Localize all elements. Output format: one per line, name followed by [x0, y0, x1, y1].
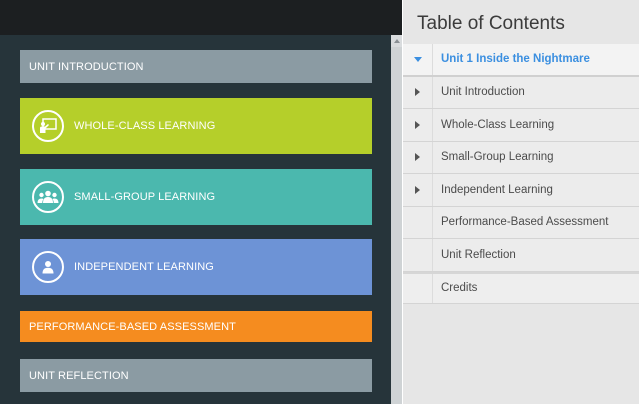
toc-item-unit-introduction[interactable]: Unit Introduction: [403, 76, 639, 109]
toc-item-label: Performance-Based Assessment: [441, 216, 609, 229]
independent-learning-label: INDEPENDENT LEARNING: [74, 261, 214, 273]
toc-item-unit-reflection[interactable]: Unit Reflection: [403, 239, 639, 272]
chevron-down-icon: [413, 56, 422, 62]
toc-list: Unit 1 Inside the Nightmare Unit Introdu…: [403, 44, 639, 304]
arrow-spacer: [403, 239, 433, 271]
toc-item-label: Unit Introduction: [441, 86, 525, 99]
toc-item-label: Small-Group Learning: [441, 151, 554, 164]
chevron-right-icon: [415, 120, 420, 129]
toc-item-label: Credits: [441, 282, 478, 295]
small-group-learning-label: SMALL-GROUP LEARNING: [74, 191, 216, 203]
arrow-spacer: [403, 206, 433, 238]
toc-item-label: Whole-Class Learning: [441, 118, 555, 131]
unit-overview-panel: UNIT INTRODUCTION WHOLE-CLASS LEARNING S…: [0, 0, 402, 404]
whole-class-learning-label: WHOLE-CLASS LEARNING: [74, 120, 216, 132]
toc-item-unit-1[interactable]: Unit 1 Inside the Nightmare: [403, 44, 639, 77]
toc-title: Table of Contents: [417, 13, 565, 34]
toc-item-label: Independent Learning: [441, 183, 553, 196]
chevron-right-icon: [415, 88, 420, 97]
unit-reflection-label: UNIT REFLECTION: [29, 369, 129, 382]
whole-class-learning-button[interactable]: WHOLE-CLASS LEARNING: [20, 98, 372, 154]
chevron-right-icon: [415, 185, 420, 194]
expand-toggle[interactable]: [403, 44, 433, 75]
expand-toggle[interactable]: [403, 141, 433, 173]
toc-header: Table of Contents: [403, 0, 639, 44]
arrow-spacer: [403, 273, 433, 303]
unit-introduction-button[interactable]: UNIT INTRODUCTION: [20, 50, 372, 83]
performance-based-assessment-label: PERFORMANCE-BASED ASSESSMENT: [29, 320, 236, 333]
table-of-contents-panel: Table of Contents Unit 1 Inside the Nigh…: [403, 0, 639, 404]
toc-item-small-group-learning[interactable]: Small-Group Learning: [403, 141, 639, 174]
left-scrollbar[interactable]: [391, 35, 402, 404]
performance-based-assessment-button[interactable]: PERFORMANCE-BASED ASSESSMENT: [20, 311, 372, 342]
group-people-icon: [32, 181, 64, 213]
scroll-up-arrow-icon[interactable]: [391, 35, 402, 47]
toc-item-label: Unit Reflection: [441, 248, 516, 261]
unit-introduction-label: UNIT INTRODUCTION: [29, 60, 144, 73]
toc-item-performance-based-assessment[interactable]: Performance-Based Assessment: [403, 206, 639, 239]
left-top-bar: [0, 0, 402, 35]
unit-reflection-button[interactable]: UNIT REFLECTION: [20, 359, 372, 392]
expand-toggle[interactable]: [403, 76, 433, 108]
small-group-learning-button[interactable]: SMALL-GROUP LEARNING: [20, 169, 372, 225]
single-person-icon: [32, 251, 64, 283]
toc-item-independent-learning[interactable]: Independent Learning: [403, 174, 639, 207]
toc-item-label: Unit 1 Inside the Nightmare: [441, 53, 590, 66]
independent-learning-button[interactable]: INDEPENDENT LEARNING: [20, 239, 372, 295]
expand-toggle[interactable]: [403, 174, 433, 206]
chevron-right-icon: [415, 153, 420, 162]
toc-item-credits[interactable]: Credits: [403, 271, 639, 304]
toc-item-whole-class-learning[interactable]: Whole-Class Learning: [403, 109, 639, 142]
expand-toggle[interactable]: [403, 109, 433, 141]
teacher-board-icon: [32, 110, 64, 142]
